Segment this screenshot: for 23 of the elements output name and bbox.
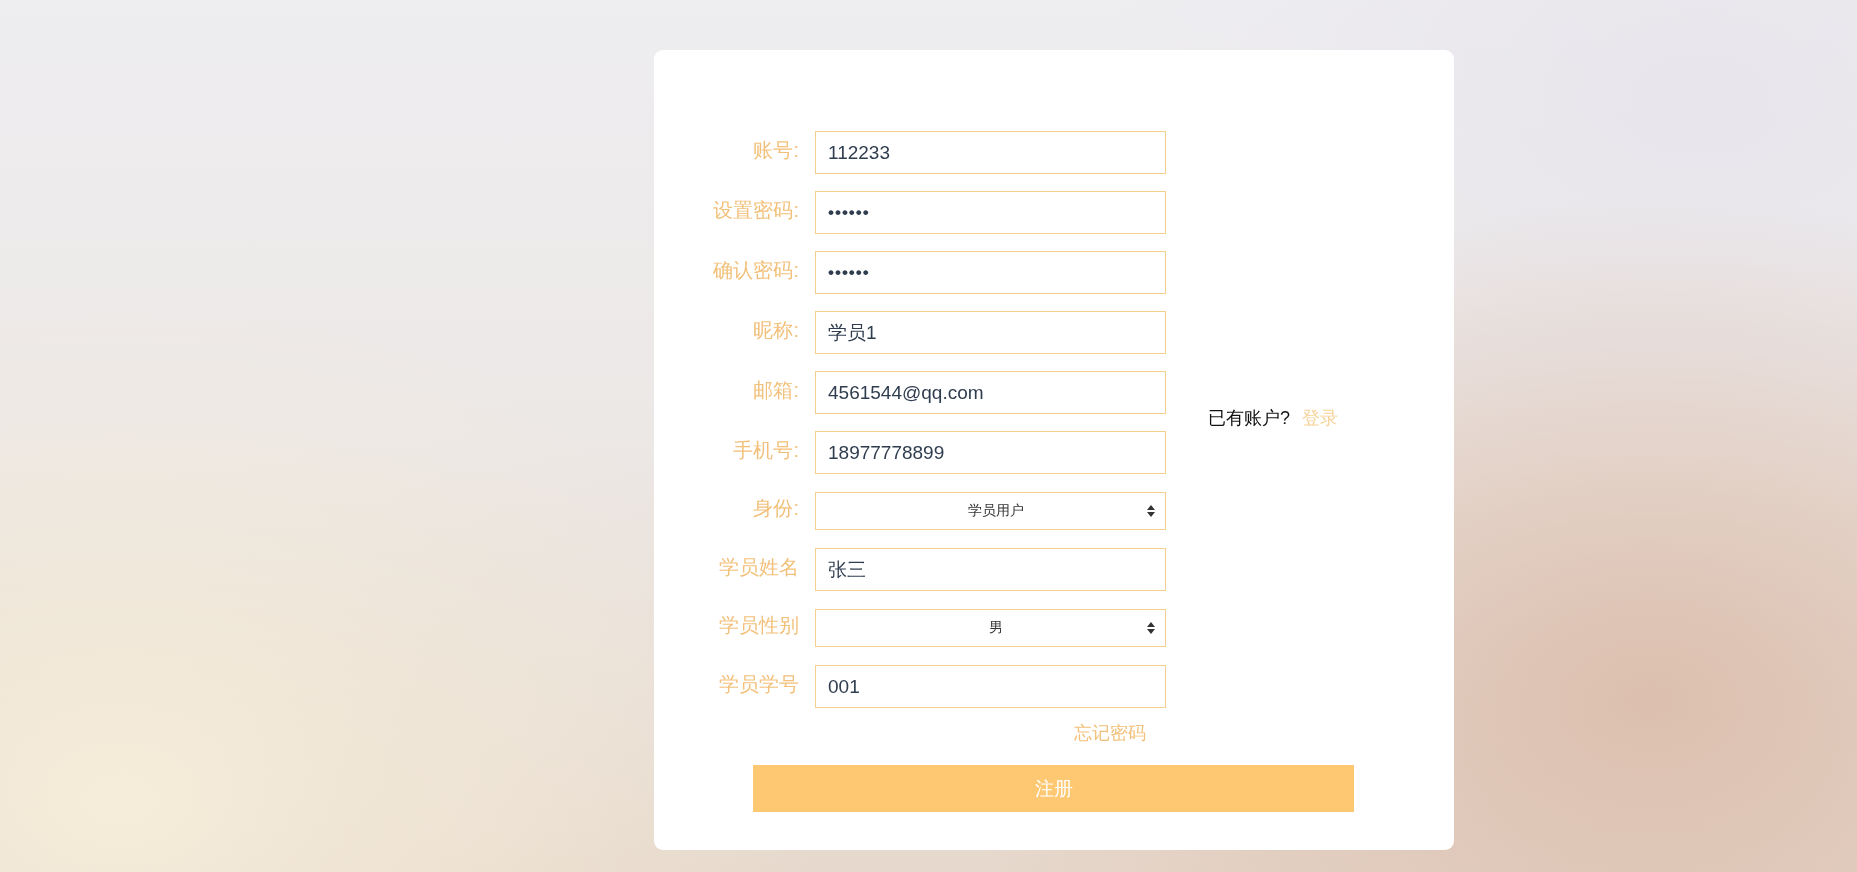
- updown-caret-icon: [1147, 622, 1155, 634]
- select-field[interactable]: 男: [815, 609, 1166, 647]
- field-label: 学员性别: [719, 613, 799, 637]
- input-field[interactable]: 学员1: [815, 311, 1166, 354]
- field-label: 设置密码:: [713, 197, 799, 222]
- field-label: 学员姓名: [719, 554, 799, 579]
- field-label: 确认密码:: [713, 257, 799, 282]
- input-field[interactable]: 4561544@qq.com: [815, 371, 1166, 414]
- field-label: 身份:: [753, 496, 799, 520]
- password-field[interactable]: ••••••: [815, 191, 1166, 234]
- field-label: 手机号:: [733, 437, 799, 462]
- input-field[interactable]: 18977778899: [815, 431, 1166, 474]
- field-label: 昵称:: [753, 317, 799, 342]
- password-field[interactable]: ••••••: [815, 251, 1166, 294]
- input-field[interactable]: 张三: [815, 548, 1166, 591]
- field-label: 邮箱:: [753, 377, 799, 402]
- field-label: 账号:: [753, 137, 799, 162]
- field-label: 学员学号: [719, 671, 799, 696]
- select-field[interactable]: 学员用户: [815, 492, 1166, 530]
- input-field[interactable]: 112233: [815, 131, 1166, 174]
- input-field[interactable]: 001: [815, 665, 1166, 708]
- login-prompt-text: 已有账户?: [1208, 407, 1290, 430]
- updown-caret-icon: [1147, 505, 1155, 517]
